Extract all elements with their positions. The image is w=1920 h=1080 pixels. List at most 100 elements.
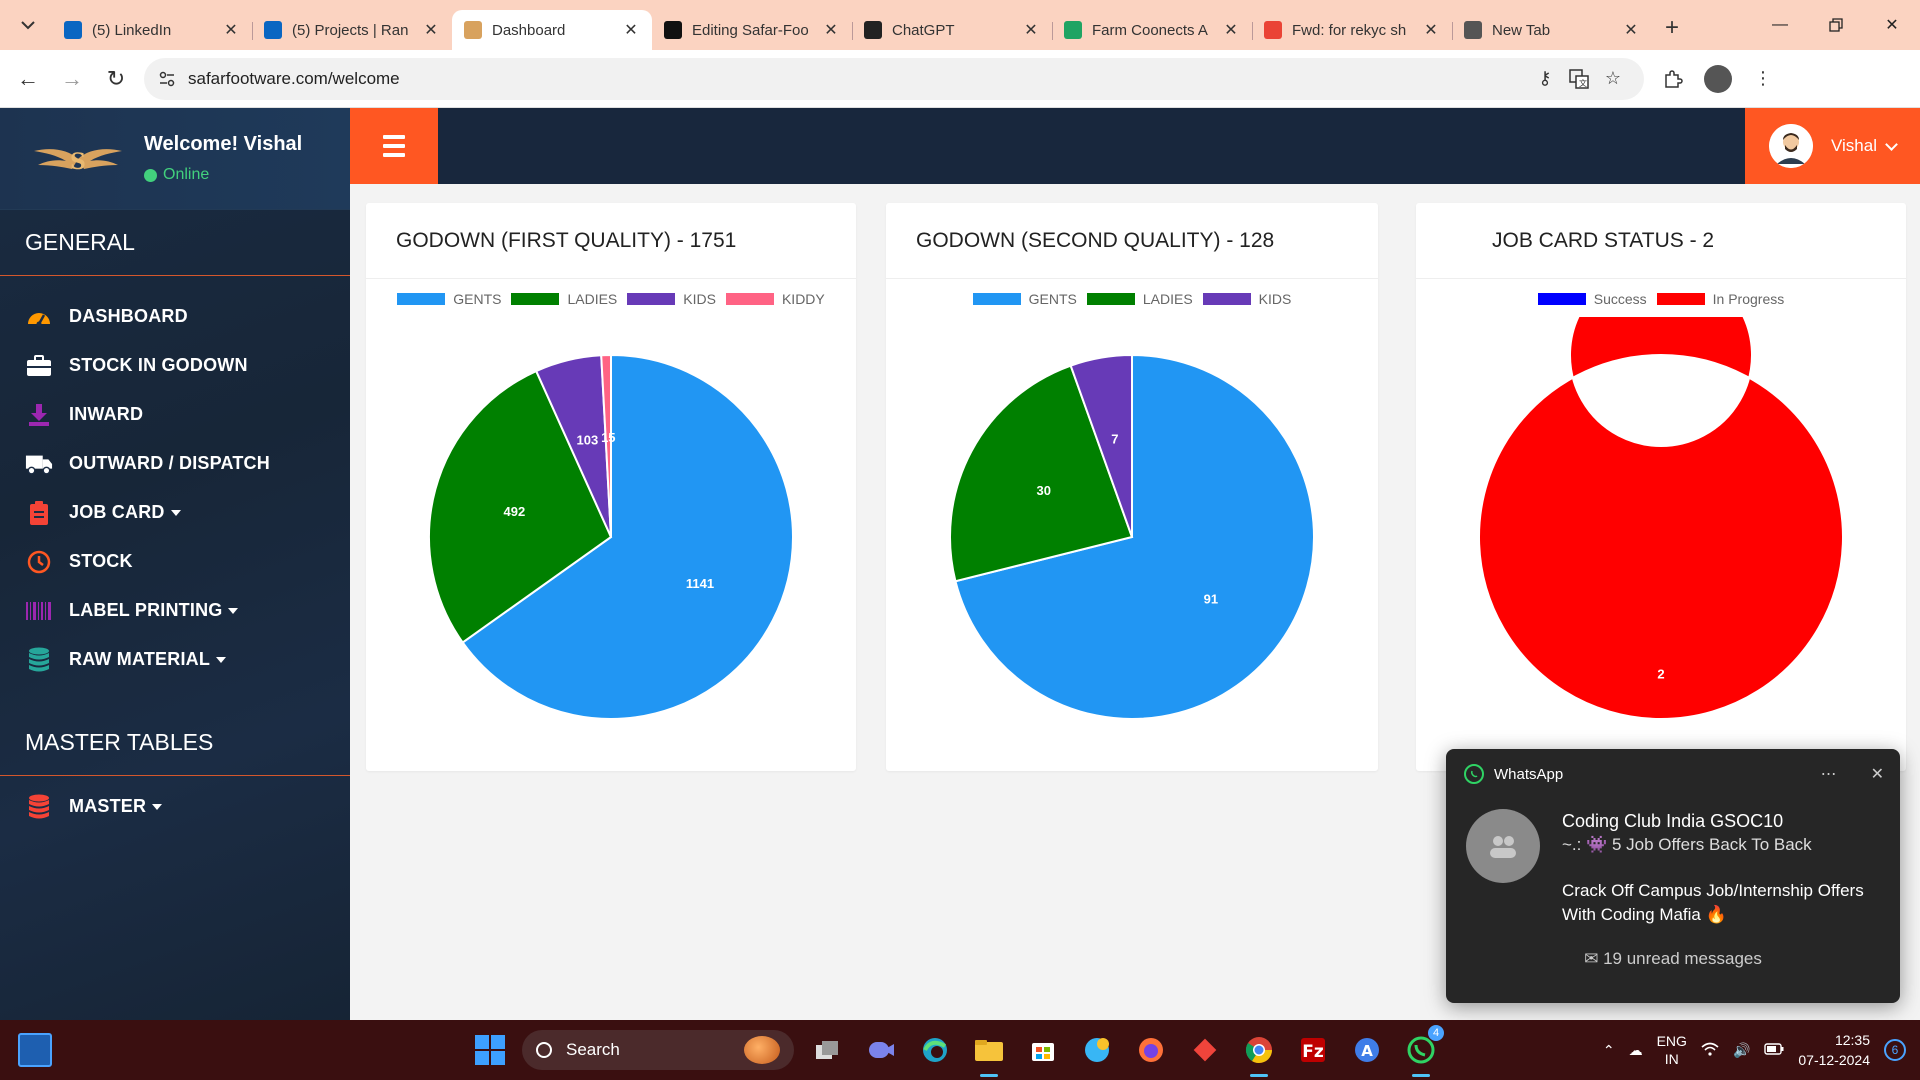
- reload-button[interactable]: ↻: [94, 57, 138, 101]
- close-tab-icon[interactable]: ✕: [1022, 20, 1040, 40]
- site-settings-icon[interactable]: [158, 70, 176, 88]
- translate-icon[interactable]: 文: [1562, 62, 1596, 96]
- sidebar-item-job-card[interactable]: JOB CARD: [0, 488, 350, 537]
- close-tab-icon[interactable]: ✕: [822, 20, 840, 40]
- briefcase-icon: [25, 352, 53, 380]
- notification-header: WhatsApp ⋯ ✕: [1446, 749, 1900, 799]
- omnibox[interactable]: safarfootware.com/welcome ⚷ 文 ☆: [144, 57, 1644, 100]
- general-menu: DASHBOARD STOCK IN GODOWN INWARD OUTWARD / …: [0, 276, 350, 684]
- pie-value-label: 15: [601, 430, 615, 445]
- wifi-icon[interactable]: [1701, 1042, 1719, 1059]
- widgets-icon[interactable]: [18, 1033, 52, 1067]
- first-quality-legend: GENTS LADIES KIDS KIDDY: [366, 291, 856, 307]
- close-tab-icon[interactable]: ✕: [222, 20, 240, 40]
- browser-tab[interactable]: Dashboard ✕: [452, 10, 652, 50]
- app-a-icon[interactable]: A: [1346, 1029, 1388, 1071]
- minimize-button[interactable]: —: [1752, 0, 1808, 50]
- onedrive-icon[interactable]: ☁: [1629, 1042, 1643, 1059]
- sidebar-item-raw-material[interactable]: RAW MATERIAL: [0, 635, 350, 684]
- sidebar-item-label: DASHBOARD: [69, 306, 188, 326]
- legend-item[interactable]: KIDS: [1202, 291, 1292, 307]
- sidebar-item-stock[interactable]: STOCK: [0, 537, 350, 586]
- back-button[interactable]: ←: [6, 57, 50, 101]
- browser-tab[interactable]: (5) LinkedIn ✕: [52, 10, 252, 50]
- new-tab-button[interactable]: +: [1652, 8, 1692, 48]
- language-indicator[interactable]: ENG IN: [1657, 1032, 1687, 1068]
- more-options-icon[interactable]: ⋯: [1821, 764, 1837, 784]
- close-tab-icon[interactable]: ✕: [1422, 20, 1440, 40]
- sidebar-item-label: STOCK: [69, 551, 133, 571]
- legend-item[interactable]: KIDS: [627, 291, 716, 307]
- close-tab-icon[interactable]: ✕: [422, 20, 440, 40]
- battery-icon[interactable]: [1764, 1042, 1784, 1058]
- browser-tab[interactable]: New Tab ✕: [1452, 10, 1652, 50]
- sidebar-item-inward[interactable]: INWARD: [0, 390, 350, 439]
- hamburger-menu-button[interactable]: [350, 108, 438, 184]
- whatsapp-taskbar-icon[interactable]: 4: [1400, 1025, 1444, 1077]
- close-tab-icon[interactable]: ✕: [1222, 20, 1240, 40]
- close-window-button[interactable]: ✕: [1864, 0, 1920, 50]
- legend-item[interactable]: GENTS: [972, 291, 1077, 307]
- clock-time: 12:35: [1834, 1032, 1870, 1048]
- password-key-icon[interactable]: ⚷: [1528, 62, 1562, 96]
- legend-item[interactable]: LADIES: [1086, 291, 1193, 307]
- copilot-icon[interactable]: [1076, 1029, 1118, 1071]
- legend-item[interactable]: LADIES: [511, 291, 617, 307]
- sidebar-item-label-printing[interactable]: LABEL PRINTING: [0, 586, 350, 635]
- clock[interactable]: 12:35 07-12-2024: [1798, 1030, 1870, 1070]
- meet-chat-icon[interactable]: [860, 1029, 902, 1071]
- user-menu-button[interactable]: Vishal: [1745, 108, 1920, 184]
- sidebar-item-outward-dispatch[interactable]: OUTWARD / DISPATCH: [0, 439, 350, 488]
- restore-button[interactable]: [1808, 0, 1864, 50]
- notification-center-badge[interactable]: 6: [1884, 1039, 1906, 1061]
- legend-item[interactable]: GENTS: [397, 291, 501, 307]
- chrome-icon[interactable]: [1238, 1029, 1280, 1077]
- dashboard-gauge-icon: [25, 303, 53, 331]
- legend-item[interactable]: In Progress: [1656, 291, 1784, 307]
- anydesk-icon[interactable]: [1184, 1029, 1226, 1071]
- pie-value-label: 7: [1111, 431, 1118, 446]
- more-menu-icon[interactable]: ⋮: [1746, 62, 1780, 96]
- windows-start-icon[interactable]: [470, 1030, 510, 1070]
- svg-text:S: S: [70, 149, 86, 175]
- app-topbar: Vishal: [350, 108, 1920, 184]
- legend-swatch: [1537, 293, 1586, 305]
- whatsapp-notification[interactable]: WhatsApp ⋯ ✕ Coding Club India GSOC10 ~.…: [1446, 749, 1900, 1003]
- filezilla-icon[interactable]: Fz: [1292, 1029, 1334, 1071]
- volume-icon[interactable]: 🔊: [1733, 1042, 1750, 1059]
- browser-tab[interactable]: Farm Coonects A ✕: [1052, 10, 1252, 50]
- database-icon: [25, 793, 53, 821]
- tab-title: Editing Safar-Foo: [692, 21, 809, 39]
- gmail-icon: [1264, 21, 1282, 39]
- sidebar-item-dashboard[interactable]: DASHBOARD: [0, 292, 350, 341]
- sidebar-item-stock-in-godown[interactable]: STOCK IN GODOWN: [0, 341, 350, 390]
- task-view-icon[interactable]: [806, 1029, 848, 1071]
- browser-tab[interactable]: Editing Safar-Foo ✕: [652, 10, 852, 50]
- sidebar-item-label: RAW MATERIAL: [69, 649, 211, 669]
- sidebar-item-label: OUTWARD / DISPATCH: [69, 453, 270, 473]
- legend-item[interactable]: KIDDY: [725, 291, 825, 307]
- show-hidden-icons-chevron-icon[interactable]: ⌃: [1603, 1042, 1615, 1059]
- whatsapp-icon: [1464, 764, 1484, 784]
- close-tab-icon[interactable]: ✕: [622, 20, 640, 40]
- url-text[interactable]: safarfootware.com/welcome: [188, 69, 1528, 89]
- microsoft-store-icon[interactable]: [1022, 1029, 1064, 1071]
- browser-tab[interactable]: ChatGPT ✕: [852, 10, 1052, 50]
- close-tab-icon[interactable]: ✕: [1622, 20, 1640, 40]
- legend-label: KIDS: [1258, 291, 1292, 307]
- legend-item[interactable]: Success: [1537, 291, 1647, 307]
- sidebar-item-master[interactable]: MASTER: [0, 782, 350, 831]
- browser-tab[interactable]: (5) Projects | Ran ✕: [252, 10, 452, 50]
- taskbar-search[interactable]: Search: [522, 1030, 794, 1070]
- file-explorer-icon[interactable]: [968, 1029, 1010, 1077]
- browser-tab[interactable]: Fwd: for rekyc sh ✕: [1252, 10, 1452, 50]
- extensions-puzzle-icon[interactable]: [1656, 62, 1690, 96]
- tab-search-button[interactable]: [8, 6, 48, 44]
- bookmark-star-icon[interactable]: ☆: [1596, 62, 1630, 96]
- firefox-icon[interactable]: [1130, 1029, 1172, 1071]
- profile-avatar[interactable]: [1704, 64, 1732, 93]
- job-card-status-title: JOB CARD STATUS - 2: [1416, 203, 1906, 279]
- close-notification-icon[interactable]: ✕: [1871, 764, 1884, 784]
- edge-browser-icon[interactable]: [914, 1029, 956, 1071]
- forward-button[interactable]: →: [50, 57, 94, 101]
